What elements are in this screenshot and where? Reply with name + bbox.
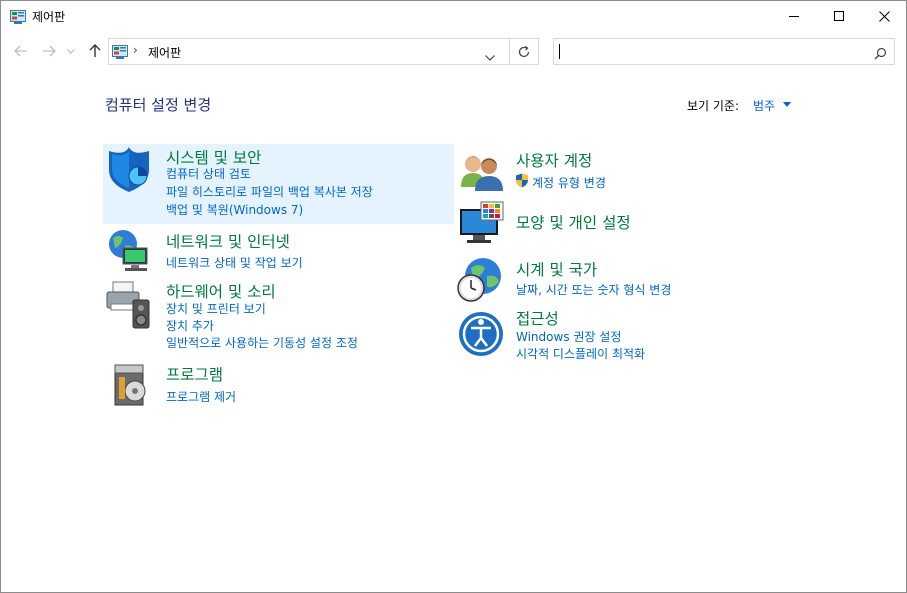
programs-box-icon[interactable] [111, 363, 151, 411]
refresh-icon[interactable] [517, 44, 531, 63]
link-network-status[interactable]: 네트워크 상태 및 작업 보기 [166, 254, 303, 271]
link-change-account-type[interactable]: 계정 유형 변경 [532, 174, 606, 191]
shield-icon[interactable] [105, 146, 153, 198]
maximize-icon [834, 11, 844, 21]
view-by-arrow-icon[interactable] [783, 102, 791, 107]
close-icon [878, 10, 890, 22]
users-icon[interactable] [459, 151, 505, 197]
title-bar: 제어판 [1, 1, 906, 31]
forward-button[interactable] [39, 41, 59, 61]
address-divider [509, 39, 510, 64]
window-title: 제어판 [32, 10, 66, 24]
forward-arrow-icon [43, 45, 56, 57]
category-title-appearance[interactable]: 모양 및 개인 설정 [516, 211, 631, 233]
category-title-ease-of-access[interactable]: 접근성 [516, 307, 559, 329]
chevron-down-icon [67, 48, 75, 54]
up-arrow-icon [89, 44, 101, 57]
printer-speaker-icon[interactable] [105, 280, 153, 334]
link-optimize-display[interactable]: 시각적 디스플레이 최적화 [516, 345, 645, 362]
address-bar[interactable]: › 제어판 [108, 38, 539, 65]
category-title-programs[interactable]: 프로그램 [166, 363, 223, 385]
back-button[interactable] [11, 41, 31, 61]
category-title-network-internet[interactable]: 네트워크 및 인터넷 [166, 230, 290, 252]
link-backup-restore[interactable]: 백업 및 복원(Windows 7) [166, 201, 303, 218]
control-panel-icon [10, 9, 26, 28]
breadcrumb-control-panel[interactable]: 제어판 [148, 44, 181, 61]
link-devices-printers[interactable]: 장치 및 프린터 보기 [166, 300, 266, 317]
accessibility-icon[interactable] [458, 311, 504, 361]
link-review-computer-status[interactable]: 컴퓨터 상태 검토 [166, 165, 251, 182]
link-date-time-format[interactable]: 날짜, 시간 또는 숫자 형식 변경 [516, 281, 671, 298]
uac-shield-icon [515, 173, 529, 192]
up-button[interactable] [85, 41, 105, 61]
control-panel-window: 제어판 › 제어판 컴퓨터 설정 변경 보기 기준: 범주 시스템 및 보안 컴… [0, 0, 907, 593]
view-by-label: 보기 기준: [687, 99, 740, 113]
link-mobility-settings[interactable]: 일반적으로 사용하는 기동성 설정 조정 [166, 334, 358, 351]
link-windows-recommended[interactable]: Windows 권장 설정 [516, 328, 621, 345]
network-globe-icon[interactable] [105, 228, 153, 278]
link-file-history-backup[interactable]: 파일 히스토리로 파일의 백업 복사본 저장 [166, 183, 373, 200]
close-button[interactable] [861, 1, 907, 31]
search-icon[interactable] [874, 45, 887, 64]
category-title-hardware-sound[interactable]: 하드웨어 및 소리 [166, 280, 276, 302]
view-by-dropdown[interactable]: 범주 [753, 97, 775, 114]
minimize-button[interactable] [771, 1, 817, 31]
minimize-icon [789, 16, 799, 17]
address-dropdown-icon[interactable] [485, 46, 495, 65]
clock-globe-icon[interactable] [457, 256, 505, 308]
maximize-button[interactable] [816, 1, 862, 31]
appearance-monitor-icon[interactable] [459, 201, 505, 251]
control-panel-icon [112, 44, 128, 63]
page-title: 컴퓨터 설정 변경 [105, 96, 212, 114]
recent-locations-button[interactable] [64, 41, 78, 61]
category-title-clock-region[interactable]: 시계 및 국가 [516, 258, 597, 280]
link-uninstall-program[interactable]: 프로그램 제거 [166, 388, 236, 405]
category-title-user-accounts[interactable]: 사용자 계정 [516, 149, 592, 171]
text-cursor [559, 44, 560, 59]
back-arrow-icon [14, 45, 27, 57]
link-add-device[interactable]: 장치 추가 [166, 317, 214, 334]
breadcrumb-separator[interactable]: › [133, 43, 138, 57]
search-input[interactable] [553, 38, 895, 65]
